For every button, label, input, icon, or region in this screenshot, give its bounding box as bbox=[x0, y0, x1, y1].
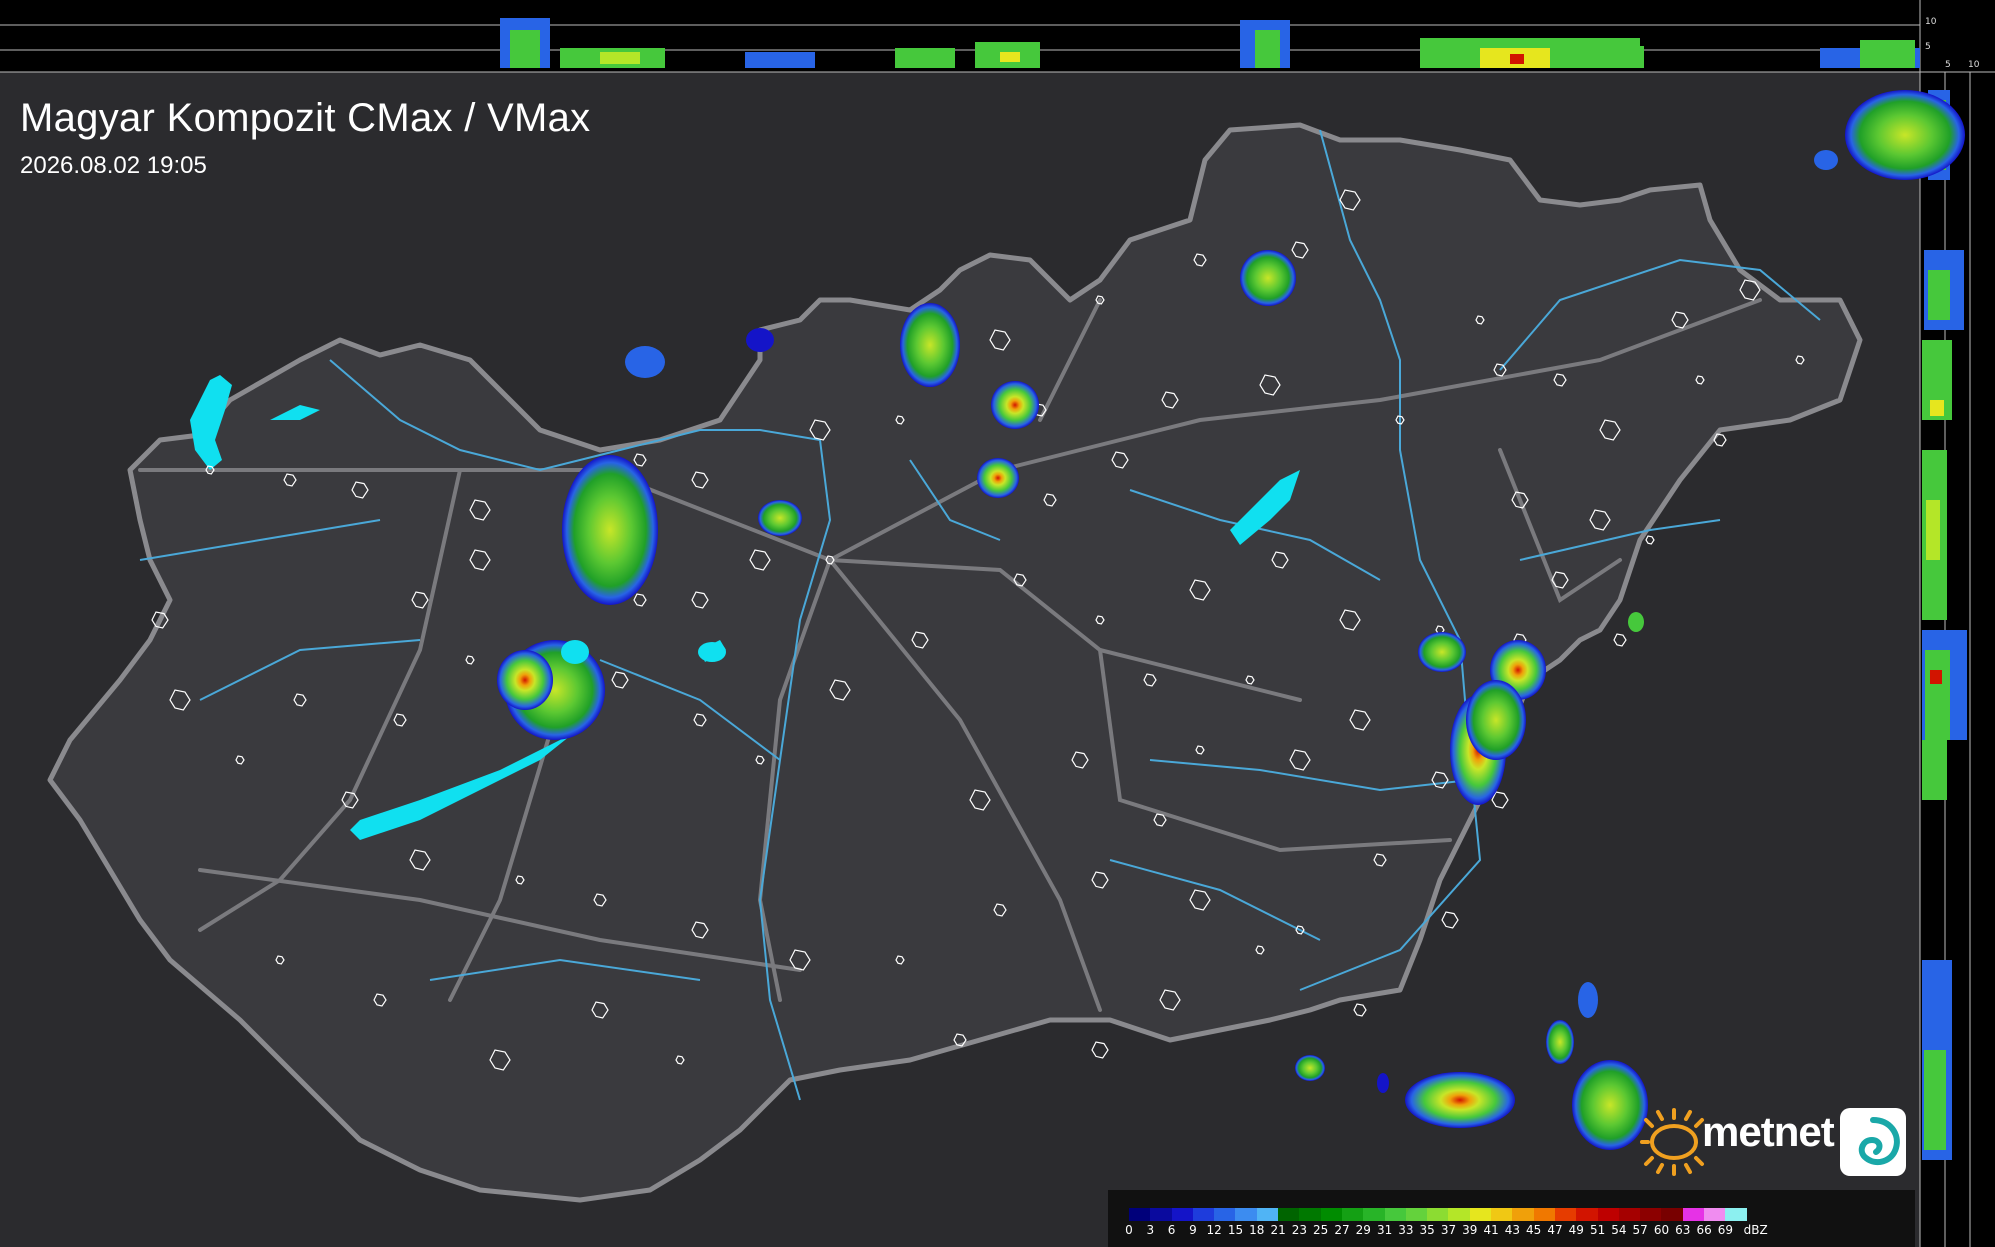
legend-label: 21 bbox=[1270, 1223, 1286, 1237]
legend-swatch bbox=[1554, 1208, 1577, 1221]
legend-swatch bbox=[1320, 1208, 1342, 1221]
legend-label: 15 bbox=[1227, 1223, 1244, 1237]
legend-label: 43 bbox=[1504, 1223, 1521, 1237]
legend-labels: 0 3 6 9 12 15 18 21 23 25 27 29 31 33 35 37 39 41 43 45 47 49… bbox=[1125, 1223, 1929, 1239]
legend-swatch bbox=[1299, 1208, 1321, 1221]
legend-label: 49 bbox=[1568, 1223, 1584, 1237]
legend-swatch bbox=[1363, 1208, 1385, 1221]
radar-map bbox=[0, 0, 1995, 1247]
legend-swatch bbox=[1640, 1208, 1662, 1221]
legend-label: 54 bbox=[1611, 1223, 1627, 1237]
legend-swatch bbox=[1469, 1208, 1492, 1221]
legend-swatch bbox=[1533, 1208, 1555, 1221]
map-title: Magyar Kompozit CMax / VMax bbox=[20, 96, 591, 140]
metnet-wordmark: metnet bbox=[1702, 1108, 1835, 1155]
legend-swatch bbox=[1512, 1208, 1534, 1221]
legend-label: 35 bbox=[1419, 1223, 1435, 1237]
legend-label: 60 bbox=[1653, 1223, 1670, 1237]
legend-swatch bbox=[1278, 1208, 1300, 1221]
legend-label: 66 bbox=[1696, 1223, 1712, 1237]
legend-label: 45 bbox=[1526, 1223, 1542, 1237]
legend-swatch bbox=[1618, 1208, 1641, 1221]
map-timestamp: 2026.08.02 19:05 bbox=[20, 152, 207, 179]
legend-swatch bbox=[1341, 1208, 1364, 1221]
legend-label: 3 bbox=[1146, 1223, 1155, 1237]
legend-swatch bbox=[1171, 1208, 1193, 1221]
legend-swatch bbox=[1384, 1208, 1406, 1221]
legend-swatch bbox=[1405, 1208, 1428, 1221]
legend-swatch bbox=[1661, 1208, 1683, 1221]
dbz-legend: 0 3 6 9 12 15 18 21 23 25 27 29 31 33 35 37 39 41 43 45 47 49… bbox=[1108, 1190, 1915, 1247]
legend-label: 37 bbox=[1440, 1223, 1457, 1237]
legend-swatch bbox=[1235, 1208, 1257, 1221]
legend-swatch bbox=[1576, 1208, 1598, 1221]
legend-label: 39 bbox=[1462, 1223, 1478, 1237]
legend-label: 18 bbox=[1249, 1223, 1265, 1237]
legend-label: 63 bbox=[1675, 1223, 1691, 1237]
legend-label: 23 bbox=[1291, 1223, 1308, 1237]
legend-label: 29 bbox=[1355, 1223, 1371, 1237]
legend-swatch bbox=[1129, 1208, 1151, 1221]
legend-label: 31 bbox=[1376, 1223, 1393, 1237]
legend-swatch bbox=[1725, 1208, 1747, 1221]
legend-swatch bbox=[1448, 1208, 1470, 1221]
legend-swatch bbox=[1150, 1208, 1172, 1221]
legend-swatch bbox=[1192, 1208, 1215, 1221]
legend-label: 33 bbox=[1398, 1223, 1414, 1237]
legend-label: 69 bbox=[1717, 1223, 1734, 1237]
top-scale-tick: 5 bbox=[1925, 42, 1931, 52]
legend-label: 9 bbox=[1189, 1223, 1197, 1237]
legend-swatch bbox=[1682, 1208, 1705, 1221]
legend-swatch bbox=[1427, 1208, 1449, 1221]
sun-icon bbox=[1640, 1108, 1704, 1176]
side-scale-tick: 5 bbox=[1945, 60, 1951, 70]
legend-swatch bbox=[1256, 1208, 1279, 1221]
legend-label: 0 bbox=[1125, 1223, 1133, 1237]
legend-color-bar bbox=[1129, 1208, 1747, 1221]
legend-label: 27 bbox=[1334, 1223, 1350, 1237]
side-scale-tick: 10 bbox=[1968, 60, 1980, 70]
legend-label: 47 bbox=[1547, 1223, 1563, 1237]
legend-swatch bbox=[1704, 1208, 1726, 1221]
legend-label: 51 bbox=[1589, 1223, 1606, 1237]
legend-label: 6 bbox=[1167, 1223, 1176, 1237]
legend-swatch bbox=[1491, 1208, 1513, 1221]
legend-label: 57 bbox=[1632, 1223, 1648, 1237]
legend-label: 25 bbox=[1313, 1223, 1329, 1237]
legend-swatch bbox=[1214, 1208, 1236, 1221]
top-scale-tick: 10 bbox=[1925, 17, 1937, 27]
legend-unit: dBZ bbox=[1743, 1223, 1768, 1237]
legend-swatch bbox=[1597, 1208, 1619, 1221]
legend-label: 12 bbox=[1206, 1223, 1222, 1237]
legend-label: 41 bbox=[1483, 1223, 1499, 1237]
